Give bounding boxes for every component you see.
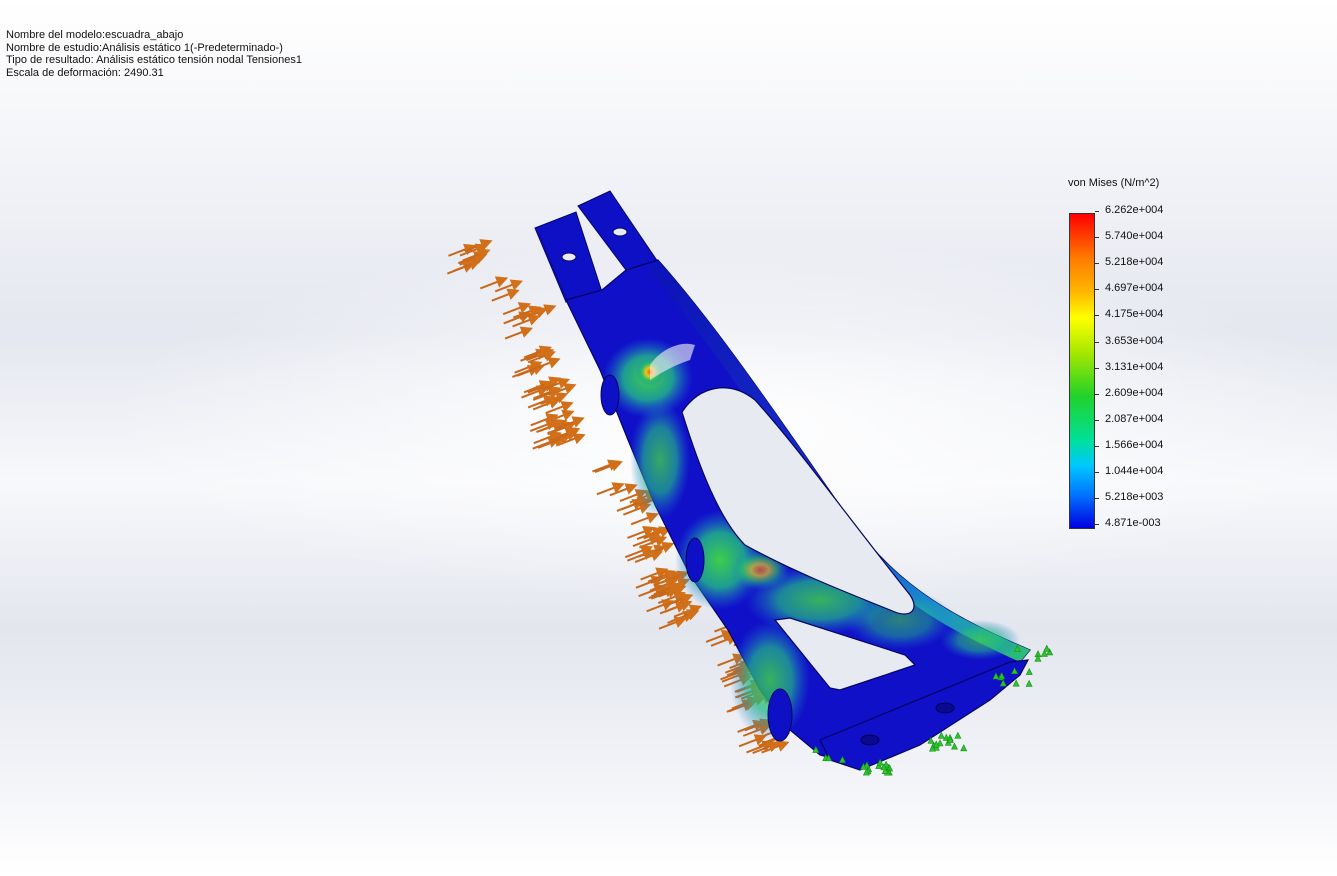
model-viewport[interactable] (0, 0, 1337, 876)
prong-hole-left (561, 252, 577, 262)
load-arrow (636, 527, 665, 540)
fixture-marker (950, 742, 958, 750)
prong-hole-right (612, 227, 628, 237)
load-arrow (479, 276, 509, 290)
load-arrow (545, 401, 574, 415)
load-arrow (504, 326, 533, 340)
fixture-marker (1025, 667, 1033, 675)
flange-hole-1 (860, 734, 880, 746)
flange-hole-2 (935, 702, 955, 714)
fixture-marker (1025, 679, 1033, 687)
load-arrow (594, 460, 623, 473)
bracket-part[interactable] (534, 190, 1031, 771)
load-arrow (592, 459, 621, 473)
fixture-marker (1012, 679, 1020, 687)
fixture-marker (960, 744, 968, 752)
fixture-marker (954, 731, 962, 739)
load-arrow (705, 629, 734, 643)
